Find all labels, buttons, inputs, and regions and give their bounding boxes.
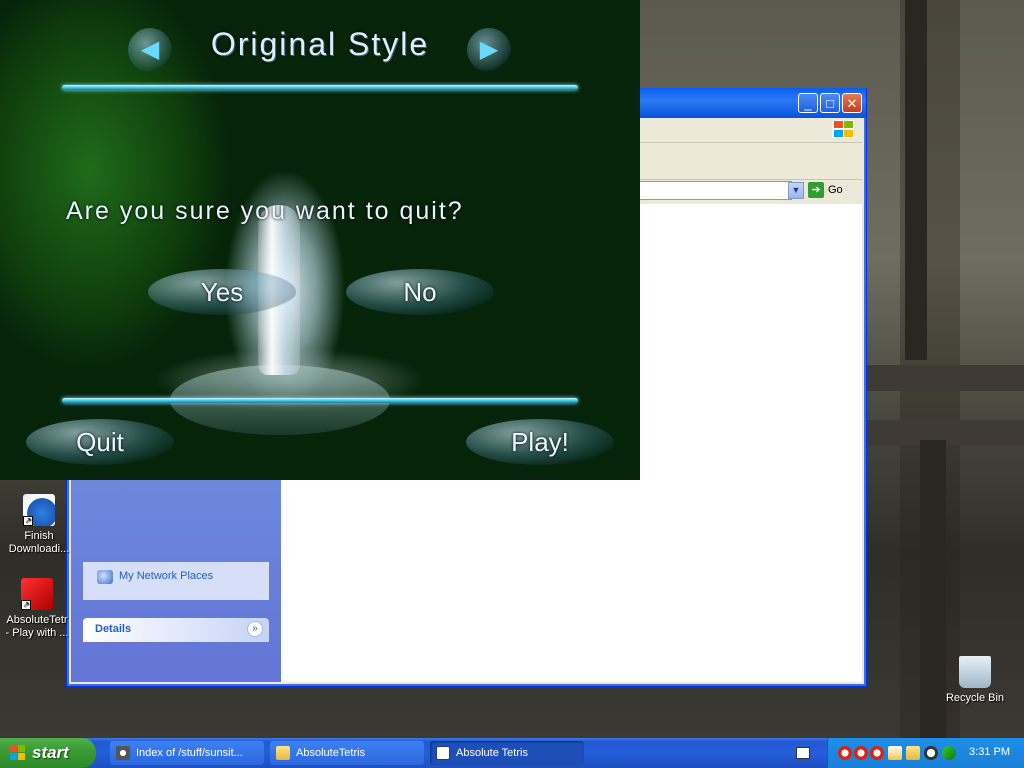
tray-app-icon[interactable] (888, 746, 902, 760)
shortcut-arrow-icon: ↗ (23, 516, 33, 526)
desktop-icon-label: Recycle Bin (945, 692, 1005, 704)
taskbar-item-browser[interactable]: Index of /stuff/sunsit... (110, 741, 264, 765)
background-fence (865, 365, 1024, 391)
download-icon: ↗ (23, 494, 55, 526)
absolute-tetris-window[interactable]: ◀ Original Style ▶ Are you sure you want… (0, 0, 640, 480)
play-button[interactable]: Play! (466, 419, 614, 465)
yes-button[interactable]: Yes (148, 269, 296, 315)
bottom-divider (62, 398, 578, 403)
tray-app-icon[interactable] (924, 746, 938, 760)
quit-confirm-question: Are you sure you want to quit? (66, 197, 464, 225)
close-icon: ✕ (846, 96, 858, 111)
taskbar-item-folder[interactable]: AbsoluteTetris (270, 741, 424, 765)
taskbar-item-label: Index of /stuff/sunsit... (136, 747, 243, 759)
tray-app-icon[interactable] (942, 746, 956, 760)
quit-button[interactable]: Quit (26, 419, 174, 465)
tray-blocked-icon[interactable] (854, 746, 868, 760)
sidebar-item-label: My Network Places (119, 570, 214, 582)
minimize-icon: _ (804, 96, 812, 111)
no-button[interactable]: No (346, 269, 494, 315)
window-icon (436, 746, 450, 760)
go-button[interactable]: ➔ Go (808, 182, 848, 200)
desktop: _ □ ✕ ▼ ➔ Go My Network Places Details »… (0, 0, 1024, 738)
details-panel-header[interactable]: Details » (83, 618, 269, 642)
start-button[interactable]: start (0, 738, 96, 768)
taskbar-item-label: AbsoluteTetris (296, 747, 366, 759)
sidebar-item-network-places[interactable]: My Network Places (83, 562, 269, 600)
address-dropdown-button[interactable]: ▼ (788, 182, 804, 199)
go-arrow-icon: ➔ (808, 182, 824, 198)
maximize-button[interactable]: □ (820, 93, 840, 113)
tray-blocked-icon[interactable] (870, 746, 884, 760)
keyboard-icon[interactable] (796, 747, 810, 759)
next-style-button[interactable]: ▶ (467, 28, 511, 72)
go-label: Go (828, 183, 843, 196)
windows-flag-icon (10, 745, 26, 761)
tray-blocked-icon[interactable] (838, 746, 852, 760)
background-tree (905, 0, 927, 360)
maximize-icon: □ (826, 96, 834, 111)
desktop-icon-label: Finish Downloadi... (8, 530, 70, 555)
desktop-icon-recycle-bin[interactable]: Recycle Bin (942, 656, 1008, 705)
chevron-down-icon: ▼ (791, 185, 801, 195)
right-arrow-icon: ▶ (479, 36, 499, 63)
top-divider (62, 85, 578, 90)
tetris-icon: ↗ (21, 578, 53, 610)
game-mode-title: Original Style (210, 26, 430, 62)
shortcut-arrow-icon: ↗ (21, 600, 31, 610)
browser-icon (116, 746, 130, 760)
taskbar-clock[interactable]: 3:31 PM (969, 746, 1010, 758)
start-label: start (32, 743, 69, 762)
system-tray: 3:31 PM (827, 738, 1024, 768)
folder-icon (276, 746, 290, 760)
expand-chevron-icon[interactable]: » (247, 621, 263, 637)
windows-logo-icon (832, 120, 854, 138)
desktop-icon-finish-download[interactable]: ↗ Finish Downloadi... (6, 494, 72, 556)
desktop-icon-absolute-tetris[interactable]: ↗ AbsoluteTetr - Play with ... (4, 578, 70, 640)
desktop-icon-label: AbsoluteTetr - Play with ... (5, 614, 69, 639)
recycle-bin-icon (959, 656, 991, 688)
tray-app-icon[interactable] (906, 746, 920, 760)
taskbar-item-absolute-tetris[interactable]: Absolute Tetris (430, 741, 584, 765)
taskbar-item-label: Absolute Tetris (456, 747, 528, 759)
network-places-icon (97, 570, 113, 584)
close-button[interactable]: ✕ (842, 93, 862, 113)
taskbar: start Index of /stuff/sunsit... Absolute… (0, 738, 1024, 768)
minimize-button[interactable]: _ (798, 93, 818, 113)
details-label: Details (95, 623, 132, 635)
